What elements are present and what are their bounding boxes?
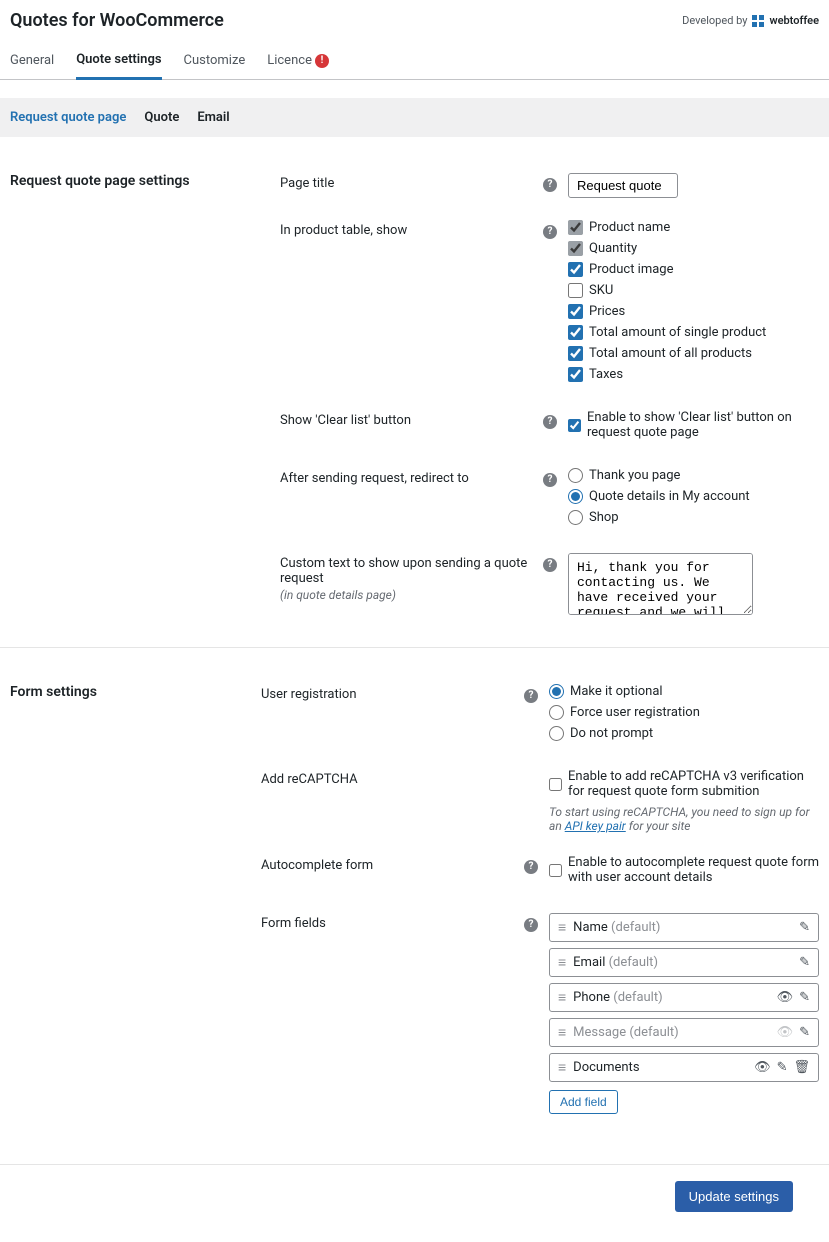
userreg-radio-force-user-registration[interactable] xyxy=(549,705,564,720)
edit-icon[interactable]: ✎ xyxy=(777,1060,788,1075)
pt-label: SKU xyxy=(589,283,613,298)
pt-checkbox-product-image[interactable] xyxy=(568,262,583,277)
drag-handle-icon[interactable]: ≡ xyxy=(558,989,566,1006)
subtab-request-quote-page[interactable]: Request quote page xyxy=(10,110,126,125)
developed-by: Developed by webtoffee xyxy=(682,14,819,27)
pt-label: Prices xyxy=(589,304,625,319)
pt-checkbox-product-name xyxy=(568,220,583,235)
edit-icon[interactable]: ✎ xyxy=(799,920,810,935)
clear-list-desc: Enable to show 'Clear list' button on re… xyxy=(587,410,819,440)
drag-handle-icon[interactable]: ≡ xyxy=(558,919,566,936)
label-autocomplete: Autocomplete form xyxy=(261,855,521,873)
delete-icon[interactable]: 🗑 xyxy=(793,1060,810,1075)
help-icon[interactable]: ? xyxy=(543,415,557,429)
page-title-input[interactable] xyxy=(568,173,678,198)
redirect-radio-quote-details-in-my-account[interactable] xyxy=(568,489,583,504)
edit-icon[interactable]: ✎ xyxy=(799,990,810,1005)
section-title: Request quote page settings xyxy=(10,173,280,619)
api-key-link[interactable]: API key pair xyxy=(565,819,626,833)
label-user-registration: User registration xyxy=(261,684,521,702)
drag-handle-icon[interactable]: ≡ xyxy=(558,1024,566,1041)
help-icon[interactable]: ? xyxy=(543,225,557,239)
tab-licence[interactable]: Licence! xyxy=(267,44,329,79)
form-field-documents[interactable]: ≡ Documents 👁 ✎ 🗑 xyxy=(549,1053,819,1082)
section-form-settings: Form settings User registration ? Make i… xyxy=(0,648,829,1165)
update-settings-button[interactable]: Update settings xyxy=(675,1181,793,1212)
sub-tabs: Request quote page Quote Email xyxy=(0,98,829,137)
section-request-quote-page: Request quote page settings Page title ?… xyxy=(0,137,829,648)
add-field-button[interactable]: Add field xyxy=(549,1090,618,1114)
form-field-label: Phone (default) xyxy=(573,990,769,1005)
redirect-label: Thank you page xyxy=(589,468,680,483)
form-field-phone[interactable]: ≡ Phone (default) 👁 ✎ xyxy=(549,983,819,1012)
redirect-radio-thank-you-page[interactable] xyxy=(568,468,583,483)
drag-handle-icon[interactable]: ≡ xyxy=(558,954,566,971)
form-field-label: Name (default) xyxy=(573,920,792,935)
page-title: Quotes for WooCommerce xyxy=(10,10,224,31)
pt-checkbox-quantity xyxy=(568,241,583,256)
pt-checkbox-prices[interactable] xyxy=(568,304,583,319)
visible-icon[interactable]: 👁 xyxy=(754,1060,771,1075)
form-field-message[interactable]: ≡ Message (default) 👁 ✎ xyxy=(549,1018,819,1047)
help-icon[interactable]: ? xyxy=(543,473,557,487)
help-icon[interactable]: ? xyxy=(543,178,557,192)
visible-icon[interactable]: 👁 xyxy=(777,990,794,1005)
label-product-table: In product table, show xyxy=(280,220,540,238)
edit-icon[interactable]: ✎ xyxy=(799,955,810,970)
form-field-label: Documents xyxy=(573,1060,747,1075)
label-form-fields: Form fields xyxy=(261,913,521,931)
form-field-email[interactable]: ≡ Email (default) ✎ xyxy=(549,948,819,977)
label-recaptcha: Add reCAPTCHA xyxy=(261,769,521,787)
licence-alert-icon: ! xyxy=(315,54,329,68)
recaptcha-desc: Enable to add reCAPTCHA v3 verification … xyxy=(568,769,819,799)
userreg-label: Do not prompt xyxy=(570,726,653,741)
pt-label: Product image xyxy=(589,262,674,277)
form-field-label: Message (default) xyxy=(573,1025,769,1040)
label-custom-text: Custom text to show upon sending a quote… xyxy=(280,553,540,602)
redirect-label: Quote details in My account xyxy=(589,489,750,504)
tab-quote-settings[interactable]: Quote settings xyxy=(76,44,161,80)
hidden-icon[interactable]: 👁 xyxy=(777,1025,794,1040)
autocomplete-desc: Enable to autocomplete request quote for… xyxy=(568,855,819,885)
userreg-label: Make it optional xyxy=(570,684,663,699)
redirect-radio-shop[interactable] xyxy=(568,510,583,525)
pt-label: Total amount of all products xyxy=(589,346,752,361)
webtoffee-logo-icon xyxy=(752,14,764,27)
pt-label: Product name xyxy=(589,220,670,235)
help-icon[interactable]: ? xyxy=(524,860,538,874)
tab-customize[interactable]: Customize xyxy=(184,44,246,79)
userreg-label: Force user registration xyxy=(570,705,700,720)
autocomplete-checkbox[interactable] xyxy=(549,863,562,878)
tab-general[interactable]: General xyxy=(10,44,54,79)
form-field-name[interactable]: ≡ Name (default) ✎ xyxy=(549,913,819,942)
pt-checkbox-sku[interactable] xyxy=(568,283,583,298)
main-tabs: General Quote settings Customize Licence! xyxy=(0,44,829,80)
subtab-quote[interactable]: Quote xyxy=(144,110,179,125)
userreg-radio-do-not-prompt[interactable] xyxy=(549,726,564,741)
help-icon[interactable]: ? xyxy=(524,689,538,703)
label-redirect: After sending request, redirect to xyxy=(280,468,540,486)
pt-label: Total amount of single product xyxy=(589,325,766,340)
drag-handle-icon[interactable]: ≡ xyxy=(558,1059,566,1076)
pt-label: Quantity xyxy=(589,241,637,256)
recaptcha-checkbox[interactable] xyxy=(549,777,562,792)
redirect-label: Shop xyxy=(589,510,619,525)
section-title: Form settings xyxy=(10,684,261,1136)
pt-label: Taxes xyxy=(589,367,623,382)
clear-list-checkbox[interactable] xyxy=(568,418,581,433)
custom-text-textarea[interactable] xyxy=(568,553,753,615)
userreg-radio-make-it-optional[interactable] xyxy=(549,684,564,699)
recaptcha-note: To start using reCAPTCHA, you need to si… xyxy=(549,805,819,833)
help-icon[interactable]: ? xyxy=(524,918,538,932)
pt-checkbox-total-amount-of-all-products[interactable] xyxy=(568,346,583,361)
pt-checkbox-total-amount-of-single-product[interactable] xyxy=(568,325,583,340)
help-icon[interactable]: ? xyxy=(543,558,557,572)
subtab-email[interactable]: Email xyxy=(197,110,229,125)
label-clear-list: Show 'Clear list' button xyxy=(280,410,540,428)
label-page-title: Page title xyxy=(280,173,540,191)
form-field-label: Email (default) xyxy=(573,955,792,970)
pt-checkbox-taxes[interactable] xyxy=(568,367,583,382)
edit-icon[interactable]: ✎ xyxy=(799,1025,810,1040)
